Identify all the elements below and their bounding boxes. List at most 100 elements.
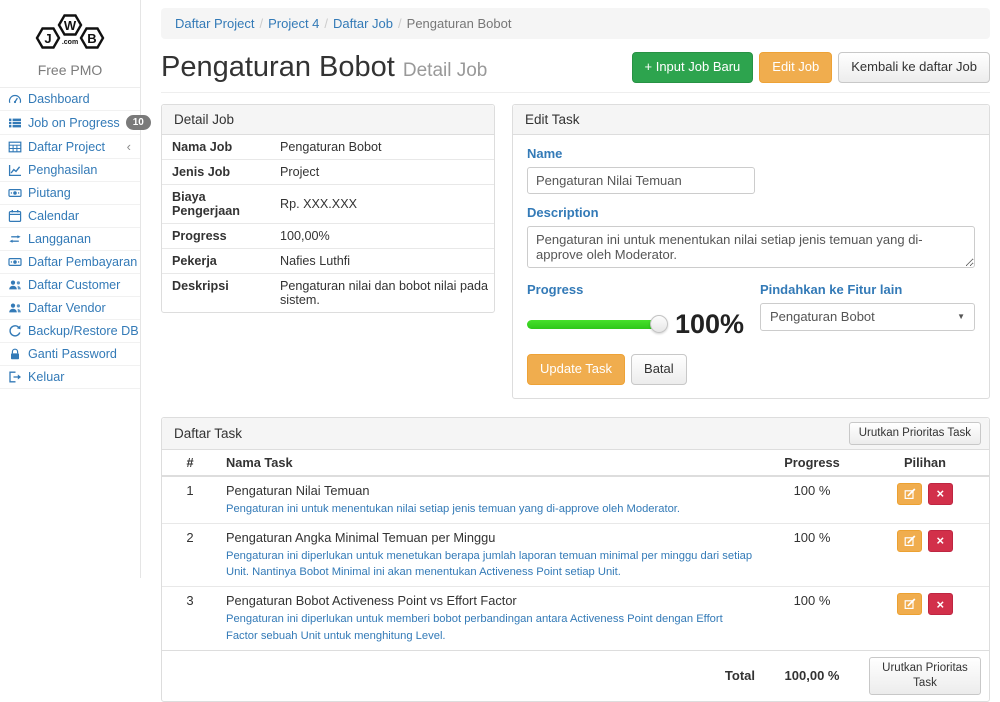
pencil-square-icon xyxy=(904,488,916,500)
edit-task-panel-title: Edit Task xyxy=(513,105,989,135)
task-name: Pengaturan Angka Minimal Temuan per Ming… xyxy=(226,530,755,545)
sidebar-item-job-on-progress[interactable]: Job on Progress 10 xyxy=(0,111,140,135)
page-title: Pengaturan Bobot Detail Job xyxy=(161,52,487,82)
chevron-down-icon: ▼ xyxy=(957,312,965,321)
task-progress: 100 % xyxy=(763,587,861,650)
sidebar-item-label: Calendar xyxy=(28,209,79,223)
sidebar-item-penghasilan[interactable]: Penghasilan xyxy=(0,159,140,182)
back-to-job-list-button[interactable]: Kembali ke daftar Job xyxy=(838,52,990,83)
main-content: Daftar Project / Project 4 / Daftar Job / Peng… xyxy=(141,0,1000,578)
table-row: DeskripsiPengaturan nilai dan bobot nila… xyxy=(162,273,494,312)
sidebar-item-label: Daftar Pembayaran xyxy=(28,255,137,269)
sidebar-item-backup-restore-db[interactable]: Backup/Restore DB xyxy=(0,320,140,343)
sort-priority-button[interactable]: Urutkan Prioritas Task xyxy=(849,422,981,445)
sidebar-item-daftar-project[interactable]: Daftar Project ‹ xyxy=(0,135,140,159)
task-name-input[interactable] xyxy=(527,167,755,194)
breadcrumb-link-daftar-project[interactable]: Daftar Project xyxy=(175,16,254,31)
edit-task-button[interactable] xyxy=(897,483,922,505)
breadcrumb-current: Pengaturan Bobot xyxy=(407,16,512,31)
column-header-pilihan: Pilihan xyxy=(861,450,989,476)
detail-job-panel: Detail Job Nama JobPengaturan Bobot Jeni… xyxy=(161,104,495,313)
edit-task-button[interactable] xyxy=(897,530,922,552)
x-icon: × xyxy=(937,534,945,547)
table-header-row: # Nama Task Progress Pilihan xyxy=(162,450,989,476)
table-row: Jenis JobProject xyxy=(162,159,494,184)
money-icon xyxy=(8,186,22,200)
delete-task-button[interactable]: × xyxy=(928,483,953,505)
svg-text:W: W xyxy=(64,18,77,33)
sidebar-item-label: Penghasilan xyxy=(28,163,97,177)
chevron-left-icon: ‹ xyxy=(127,139,134,154)
progress-label: Progress xyxy=(527,282,760,297)
sidebar-item-piutang[interactable]: Piutang xyxy=(0,182,140,205)
sign-out-icon xyxy=(8,370,22,384)
table-row: PekerjaNafies Luthfi xyxy=(162,248,494,273)
total-label: Total xyxy=(218,650,763,700)
retweet-icon xyxy=(8,232,22,246)
dashboard-icon xyxy=(8,92,22,106)
sidebar-item-daftar-pembayaran[interactable]: Daftar Pembayaran xyxy=(0,251,140,274)
breadcrumb-link-daftar-job[interactable]: Daftar Job xyxy=(333,16,393,31)
sidebar-item-daftar-customer[interactable]: Daftar Customer xyxy=(0,274,140,297)
task-description: Pengaturan ini untuk menentukan nilai se… xyxy=(226,501,755,517)
breadcrumb-link-project-4[interactable]: Project 4 xyxy=(268,16,319,31)
sidebar-item-keluar[interactable]: Keluar xyxy=(0,366,140,389)
breadcrumb-separator: / xyxy=(398,16,402,31)
users-icon xyxy=(8,278,22,292)
sidebar-item-label: Job on Progress xyxy=(28,116,120,130)
input-job-baru-button[interactable]: + Input Job Baru xyxy=(632,52,754,83)
move-feature-label: Pindahkan ke Fitur lain xyxy=(760,282,975,297)
sort-priority-button-bottom[interactable]: Urutkan Prioritas Task xyxy=(869,657,981,695)
lock-icon xyxy=(8,347,22,361)
task-name: Pengaturan Nilai Temuan xyxy=(226,483,755,498)
update-task-button[interactable]: Update Task xyxy=(527,354,625,385)
sidebar-item-label: Daftar Project xyxy=(28,140,105,154)
task-progress: 100 % xyxy=(763,476,861,524)
move-feature-select[interactable]: Pengaturan Bobot ▼ xyxy=(760,303,975,331)
progress-slider-handle[interactable] xyxy=(650,315,668,333)
x-icon: × xyxy=(937,598,945,611)
sidebar-item-label: Keluar xyxy=(28,370,64,384)
sidebar-item-calendar[interactable]: Calendar xyxy=(0,205,140,228)
task-description: Pengaturan ini diperlukan untuk memberi … xyxy=(226,611,755,643)
edit-task-panel: Edit Task Name Description Pengaturan in… xyxy=(512,104,990,399)
table-row: 1 Pengaturan Nilai Temuan Pengaturan ini… xyxy=(162,476,989,524)
sidebar-item-ganti-password[interactable]: Ganti Password xyxy=(0,343,140,366)
sidebar-item-dashboard[interactable]: Dashboard xyxy=(0,88,140,111)
users-icon xyxy=(8,301,22,315)
sidebar-item-label: Backup/Restore DB xyxy=(28,324,139,338)
page-subtitle: Detail Job xyxy=(403,60,488,81)
progress-value: 100% xyxy=(675,309,744,340)
svg-text:.com: .com xyxy=(62,39,78,46)
detail-job-table: Nama JobPengaturan Bobot Jenis JobProjec… xyxy=(162,135,494,312)
edit-job-button[interactable]: Edit Job xyxy=(759,52,832,83)
breadcrumb-separator: / xyxy=(259,16,263,31)
column-header-nama-task: Nama Task xyxy=(218,450,763,476)
list-icon xyxy=(8,116,22,130)
sidebar-item-langganan[interactable]: Langganan xyxy=(0,228,140,251)
delete-task-button[interactable]: × xyxy=(928,530,953,552)
table-row: Nama JobPengaturan Bobot xyxy=(162,135,494,160)
progress-slider[interactable] xyxy=(527,320,659,329)
task-description: Pengaturan ini diperlukan untuk menetuka… xyxy=(226,548,755,580)
brand-name: Free PMO xyxy=(0,62,140,78)
sidebar-item-label: Piutang xyxy=(28,186,71,200)
svg-text:B: B xyxy=(87,31,96,46)
pencil-square-icon xyxy=(904,598,916,610)
table-row: 3 Pengaturan Bobot Activeness Point vs E… xyxy=(162,587,989,650)
breadcrumb-separator: / xyxy=(324,16,328,31)
batal-button[interactable]: Batal xyxy=(631,354,687,385)
task-progress: 100 % xyxy=(763,523,861,586)
refresh-icon xyxy=(8,324,22,338)
task-description-textarea[interactable]: Pengaturan ini untuk menentukan nilai se… xyxy=(527,226,975,268)
app-logo: W J B .com Free PMO xyxy=(0,0,140,88)
daftar-task-panel-title: Daftar Task xyxy=(174,426,242,441)
delete-task-button[interactable]: × xyxy=(928,593,953,615)
table-row: Biaya PengerjaanRp. XXX.XXX xyxy=(162,184,494,223)
selected-option: Pengaturan Bobot xyxy=(770,309,875,324)
edit-task-button[interactable] xyxy=(897,593,922,615)
task-table: # Nama Task Progress Pilihan 1 Pengatura… xyxy=(162,450,989,701)
sidebar-item-daftar-vendor[interactable]: Daftar Vendor xyxy=(0,297,140,320)
sidebar-item-label: Dashboard xyxy=(28,92,90,106)
pencil-square-icon xyxy=(904,535,916,547)
